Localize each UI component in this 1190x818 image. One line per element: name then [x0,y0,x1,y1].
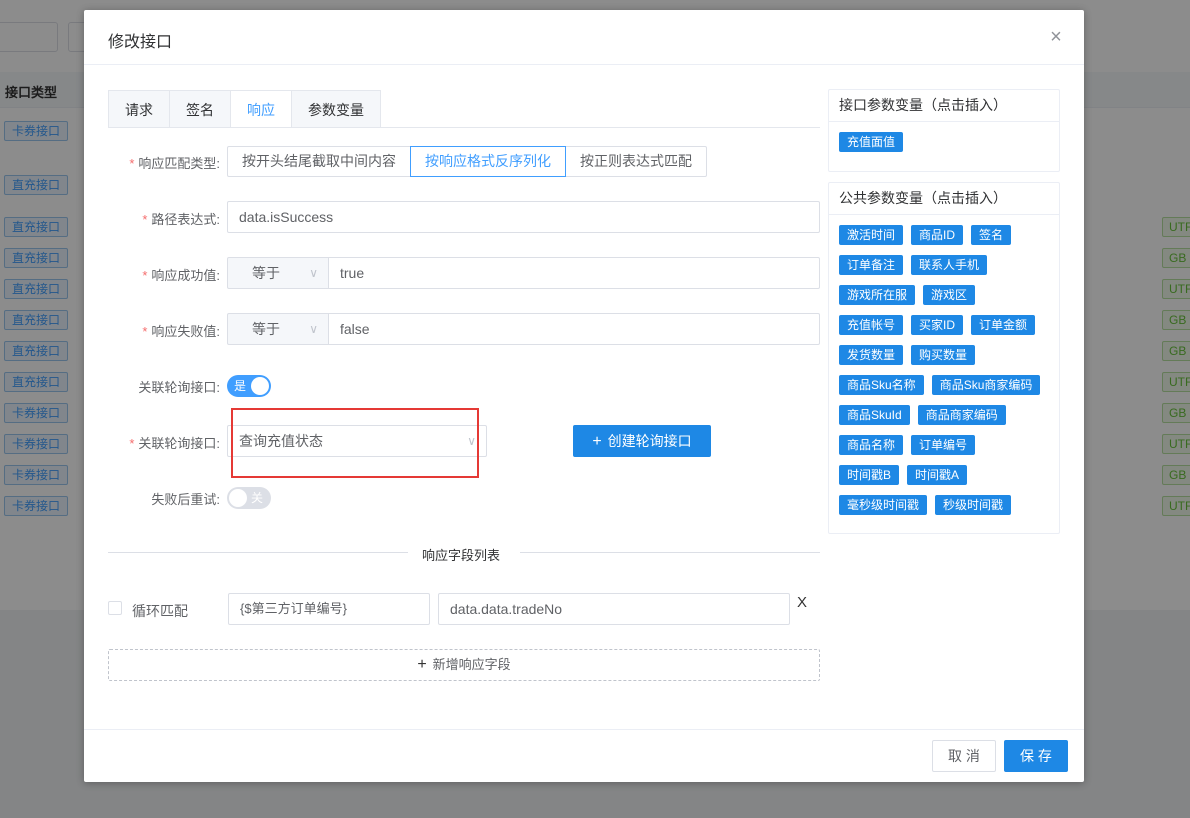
poll-interface-switch[interactable]: 是 [227,375,271,397]
plus-icon: + [592,433,602,450]
poll-switch-label: 关联轮询接口: [138,380,220,395]
response-fields-title: 响应字段列表 [422,548,501,563]
loop-match-checkbox[interactable] [108,601,122,615]
switch-knob [229,489,247,507]
divider-left [108,552,408,553]
loop-match-label: 循环匹配 [132,603,188,619]
tab-request[interactable]: 请求 [108,90,169,128]
public-var-tag[interactable]: 订单备注 [839,255,904,275]
create-poll-interface-button[interactable]: + 创建轮询接口 [573,425,711,457]
public-var-tag[interactable]: 联系人手机 [911,255,988,275]
tab-bar: 请求 签名 响应 参数变量 [108,90,381,128]
delete-field-icon[interactable]: X [797,594,807,611]
tab-signature[interactable]: 签名 [169,90,230,128]
dialog-header: 修改接口 × [84,10,1084,65]
public-vars-title: 公共参数变量（点击插入） [829,183,1059,215]
switch-text: 关 [251,491,264,505]
public-var-tag[interactable]: 商品商家编码 [917,405,1006,425]
public-var-tag[interactable]: 秒级时间戳 [935,495,1012,515]
public-var-tag[interactable]: 商品SkuId [839,405,910,425]
public-var-tag[interactable]: 商品名称 [839,435,904,455]
public-var-tag[interactable]: 订单编号 [911,435,976,455]
public-var-tag[interactable]: 购买数量 [911,345,976,365]
switch-text: 是 [234,379,247,393]
public-var-tag[interactable]: 毫秒级时间戳 [839,495,928,515]
retry-switch[interactable]: 关 [227,487,271,509]
public-var-tag[interactable]: 签名 [971,225,1012,245]
match-type-label: * 响应匹配类型: [129,156,220,171]
public-var-tag[interactable]: 时间戳A [907,465,968,485]
tabs-divider [108,127,820,128]
interface-vars-title: 接口参数变量（点击插入） [829,90,1059,122]
public-var-tag[interactable]: 商品ID [911,225,964,245]
fail-value-label: * 响应失败值: [142,324,220,339]
path-label: * 路径表达式: [142,212,220,227]
interface-vars-list: 充值面值 [829,122,1059,168]
add-response-field-button[interactable]: + 新增响应字段 [108,649,820,681]
chevron-down-icon: ∨ [309,266,318,280]
chevron-down-icon: ∨ [309,322,318,336]
public-var-tag[interactable]: 商品Sku名称 [839,375,924,395]
tab-response[interactable]: 响应 [230,90,291,128]
match-type-regex-button[interactable]: 按正则表达式匹配 [565,146,707,177]
fail-operator-value: 等于 [252,321,280,337]
public-var-tag[interactable]: 充值帐号 [839,315,904,335]
cancel-button[interactable]: 取 消 [932,740,996,772]
match-type-substring-button[interactable]: 按开头结尾截取中间内容 [227,146,411,177]
public-var-tag[interactable]: 游戏所在服 [839,285,916,305]
match-type-group: 按开头结尾截取中间内容 按响应格式反序列化 按正则表达式匹配 [227,146,707,177]
close-icon[interactable]: × [1046,27,1066,47]
fail-operator-select[interactable]: 等于 ∨ [227,313,329,345]
poll-select-label: * 关联轮询接口: [129,436,220,451]
public-var-tag[interactable]: 买家ID [911,315,964,335]
interface-var-tag[interactable]: 充值面值 [839,132,904,152]
public-var-tag[interactable]: 游戏区 [923,285,976,305]
success-value-label: * 响应成功值: [142,268,220,283]
tab-param-variables[interactable]: 参数变量 [291,90,381,128]
public-var-tag[interactable]: 商品Sku商家编码 [931,375,1041,395]
public-var-tag[interactable]: 发货数量 [839,345,904,365]
highlight-box [231,408,479,478]
public-vars-list: 激活时间 商品ID 签名订单备注 联系人手机游戏所在服 游戏区 充值帐号 买家ID 订单金额发… [829,215,1059,531]
save-button[interactable]: 保 存 [1004,740,1068,772]
public-vars-panel: 公共参数变量（点击插入） 激活时间 商品ID 签名订单备注 联系人手机游戏所在服 游戏区… [828,182,1060,534]
success-value-input[interactable]: true [328,257,820,289]
success-operator-select[interactable]: 等于 ∨ [227,257,329,289]
match-type-deserialize-button[interactable]: 按响应格式反序列化 [410,146,566,177]
edit-interface-dialog: 修改接口 × 请求 签名 响应 参数变量 * 响应匹配类型: 按开头结尾截取中间内… [84,10,1084,782]
public-var-tag[interactable]: 订单金额 [971,315,1036,335]
divider-right [520,552,820,553]
plus-icon: + [417,656,427,673]
path-expression-input[interactable]: data.isSuccess [227,201,820,233]
retry-label: 失败后重试: [151,492,220,507]
field-path-input[interactable]: data.data.tradeNo [438,593,790,625]
success-operator-value: 等于 [252,265,280,281]
fail-value-input[interactable]: false [328,313,820,345]
dialog-title: 修改接口 [108,34,173,51]
field-name-input[interactable]: {$第三方订单编号} [228,593,430,625]
public-var-tag[interactable]: 激活时间 [839,225,904,245]
interface-vars-panel: 接口参数变量（点击插入） 充值面值 [828,89,1060,172]
switch-knob [251,377,269,395]
footer-divider [84,729,1084,730]
public-var-tag[interactable]: 时间戳B [839,465,900,485]
